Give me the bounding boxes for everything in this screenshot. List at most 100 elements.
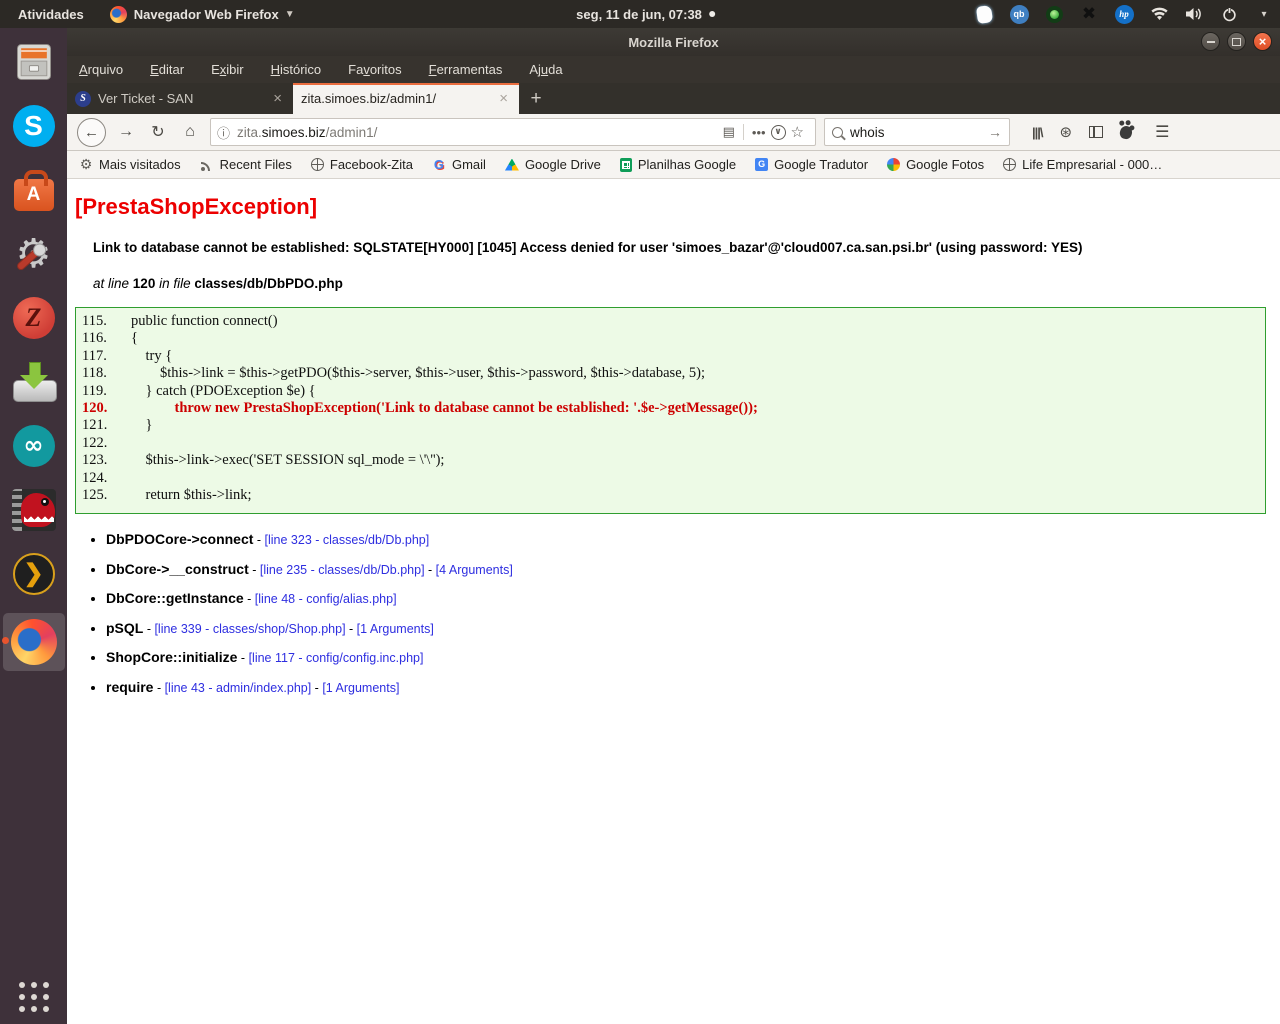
menu-hist-rico[interactable]: Histórico <box>271 62 322 77</box>
bookmarks-bar: Mais visitados Recent Files Facebook-Zita G… <box>67 151 1280 179</box>
bookmark-recent-files[interactable]: Recent Files <box>200 157 292 172</box>
menu-ferramentas[interactable]: Ferramentas <box>429 62 503 77</box>
sidebar-icon[interactable] <box>1089 126 1104 138</box>
dock-item-system-settings[interactable]: ⚙ <box>6 229 62 279</box>
system-tray: qb ✖ hp ▾ <box>974 0 1274 28</box>
wifi-icon[interactable] <box>1149 4 1169 24</box>
gnome-foot-icon[interactable] <box>1118 124 1134 140</box>
activities-button[interactable]: Atividades <box>0 7 102 22</box>
line-number: 121. <box>82 417 108 434</box>
dock-item-file-cabinet[interactable] <box>6 37 62 87</box>
page-actions-icon[interactable]: ••• <box>747 125 771 140</box>
menu-arquivo[interactable]: Arquivo <box>79 62 123 77</box>
bookmark-google-fotos[interactable]: Google Fotos <box>887 157 984 172</box>
dock-item-software-center[interactable]: A <box>6 165 62 215</box>
pocket-icon[interactable]: ∨ <box>770 124 786 140</box>
line-number: 116. <box>82 330 107 347</box>
tab-ver-ticket-san[interactable]: S Ver Ticket - SAN × <box>67 83 293 114</box>
window-title: Mozilla Firefox <box>628 34 719 50</box>
separator: - <box>424 562 436 577</box>
bookmark-planilhas-google[interactable]: Planilhas Google <box>619 157 736 172</box>
menu-exibir[interactable]: Exibir <box>211 62 244 77</box>
stack-link[interactable]: [line 339 - classes/shop/Shop.php] <box>154 622 345 636</box>
url-bar[interactable]: ⓘ zita. simoes.biz/admin1/ ▤ ••• ∨ ☆ <box>210 118 816 146</box>
menu-favoritos[interactable]: Favoritos <box>348 62 401 77</box>
separator: - <box>237 651 249 665</box>
file-cabinet-icon <box>16 44 51 80</box>
tab-zita-simoes-admin[interactable]: zita.simoes.biz/admin1/ × <box>293 83 519 114</box>
new-tab-button[interactable]: + <box>519 83 553 114</box>
bookmark-google-drive[interactable]: Google Drive <box>504 157 601 172</box>
stack-link[interactable]: [1 Arguments] <box>322 681 399 695</box>
site-info-icon[interactable]: ⓘ <box>217 123 230 142</box>
volume-icon[interactable] <box>1184 4 1204 24</box>
bookmark-facebook-zita[interactable]: Facebook-Zita <box>310 157 413 172</box>
minimize-button[interactable] <box>1201 32 1220 51</box>
app-menu[interactable]: Navegador Web Firefox ▼ <box>102 5 295 23</box>
notes-tray-icon[interactable] <box>974 4 994 24</box>
stack-link[interactable]: [1 Arguments] <box>357 622 434 636</box>
menu-editar[interactable]: Editar <box>150 62 184 77</box>
extension-wheel-icon[interactable]: ⊛ <box>1060 123 1073 141</box>
bookmark-life-empresarial-000[interactable]: Life Empresarial - 000… <box>1003 157 1162 172</box>
line-number: 120. <box>82 400 108 417</box>
hp-tray-icon[interactable]: hp <box>1114 4 1134 24</box>
bookmark-gmail[interactable]: Gmail <box>432 157 486 172</box>
dock-item-red-script-app[interactable]: Z <box>6 293 62 343</box>
close-button[interactable]: × <box>1253 32 1272 51</box>
function-name: require <box>106 678 154 695</box>
dock-item-skype[interactable]: S <box>6 101 62 151</box>
bookmark-google-tradutor[interactable]: Google Tradutor <box>755 157 868 172</box>
stack-link[interactable]: [line 117 - config/config.inc.php] <box>249 651 424 665</box>
search-value: whois <box>850 124 885 140</box>
home-button[interactable]: ⌂ <box>178 123 202 141</box>
bookmark-mais-visitados[interactable]: Mais visitados <box>79 157 181 172</box>
stack-link[interactable]: [line 235 - classes/db/Db.php] <box>260 563 425 577</box>
dock-item-downloads[interactable] <box>6 357 62 407</box>
tab-close-icon[interactable]: × <box>270 90 285 107</box>
code-line: 117. try { <box>82 348 1265 365</box>
code-line: 121. } <box>82 417 1265 434</box>
chevron-down-icon: ▼ <box>284 8 295 20</box>
status-green-tray-icon[interactable] <box>1044 4 1064 24</box>
tab-close-icon[interactable]: × <box>496 90 511 107</box>
stack-link[interactable]: [line 323 - classes/db/Db.php] <box>265 533 430 547</box>
google-g-icon <box>432 158 446 172</box>
line-number: 118. <box>82 365 107 382</box>
reload-button[interactable]: ↻ <box>146 122 170 142</box>
reader-mode-icon[interactable]: ▤ <box>718 124 740 140</box>
dock-item-plex[interactable]: ❯ <box>6 549 62 599</box>
separator: - <box>143 621 155 636</box>
library-icon[interactable]: |||\ <box>1032 125 1043 140</box>
dock-item-firefox[interactable] <box>1 613 65 671</box>
window-titlebar[interactable]: Mozilla Firefox × <box>67 28 1280 56</box>
forward-button[interactable]: → <box>114 123 138 141</box>
search-bar[interactable]: whois → <box>824 118 1010 146</box>
dock-item-video-editor[interactable] <box>6 485 62 535</box>
divider <box>742 124 744 140</box>
menu-hamburger-icon[interactable]: ☰ <box>1155 122 1169 142</box>
rss-icon <box>200 158 214 172</box>
function-name: DbCore->__construct <box>106 560 249 577</box>
menu-ajuda[interactable]: Ajuda <box>529 62 562 77</box>
firefox-window: Mozilla Firefox × Arquivo Editar Exibir His… <box>67 28 1280 1024</box>
chevron-down-icon[interactable]: ▾ <box>1254 4 1274 24</box>
back-button[interactable]: ← <box>77 117 106 147</box>
qbittorrent-tray-icon[interactable]: qb <box>1009 4 1029 24</box>
x-app-tray-icon[interactable]: ✖ <box>1079 4 1099 24</box>
stack-link[interactable]: [line 48 - config/alias.php] <box>255 592 397 606</box>
code-line: 125. return $this->link; <box>82 487 1265 504</box>
power-icon[interactable] <box>1219 4 1239 24</box>
search-go-icon[interactable]: → <box>988 124 1002 140</box>
code-text: $this->link->exec('SET SESSION sql_mode … <box>131 452 445 469</box>
stack-link[interactable]: [4 Arguments] <box>436 563 513 577</box>
in-file-label: in file <box>159 276 191 291</box>
stack-link[interactable]: [line 43 - admin/index.php] <box>165 681 312 695</box>
clock[interactable]: seg, 11 de jun, 07:38 <box>576 0 715 28</box>
dock-item-arduino[interactable]: ∞ <box>6 421 62 471</box>
show-applications-button[interactable] <box>18 982 49 1012</box>
photos-icon <box>887 158 901 171</box>
maximize-button[interactable] <box>1227 32 1246 51</box>
code-line: 116. { <box>82 330 1265 347</box>
bookmark-star-icon[interactable]: ☆ <box>786 123 809 141</box>
